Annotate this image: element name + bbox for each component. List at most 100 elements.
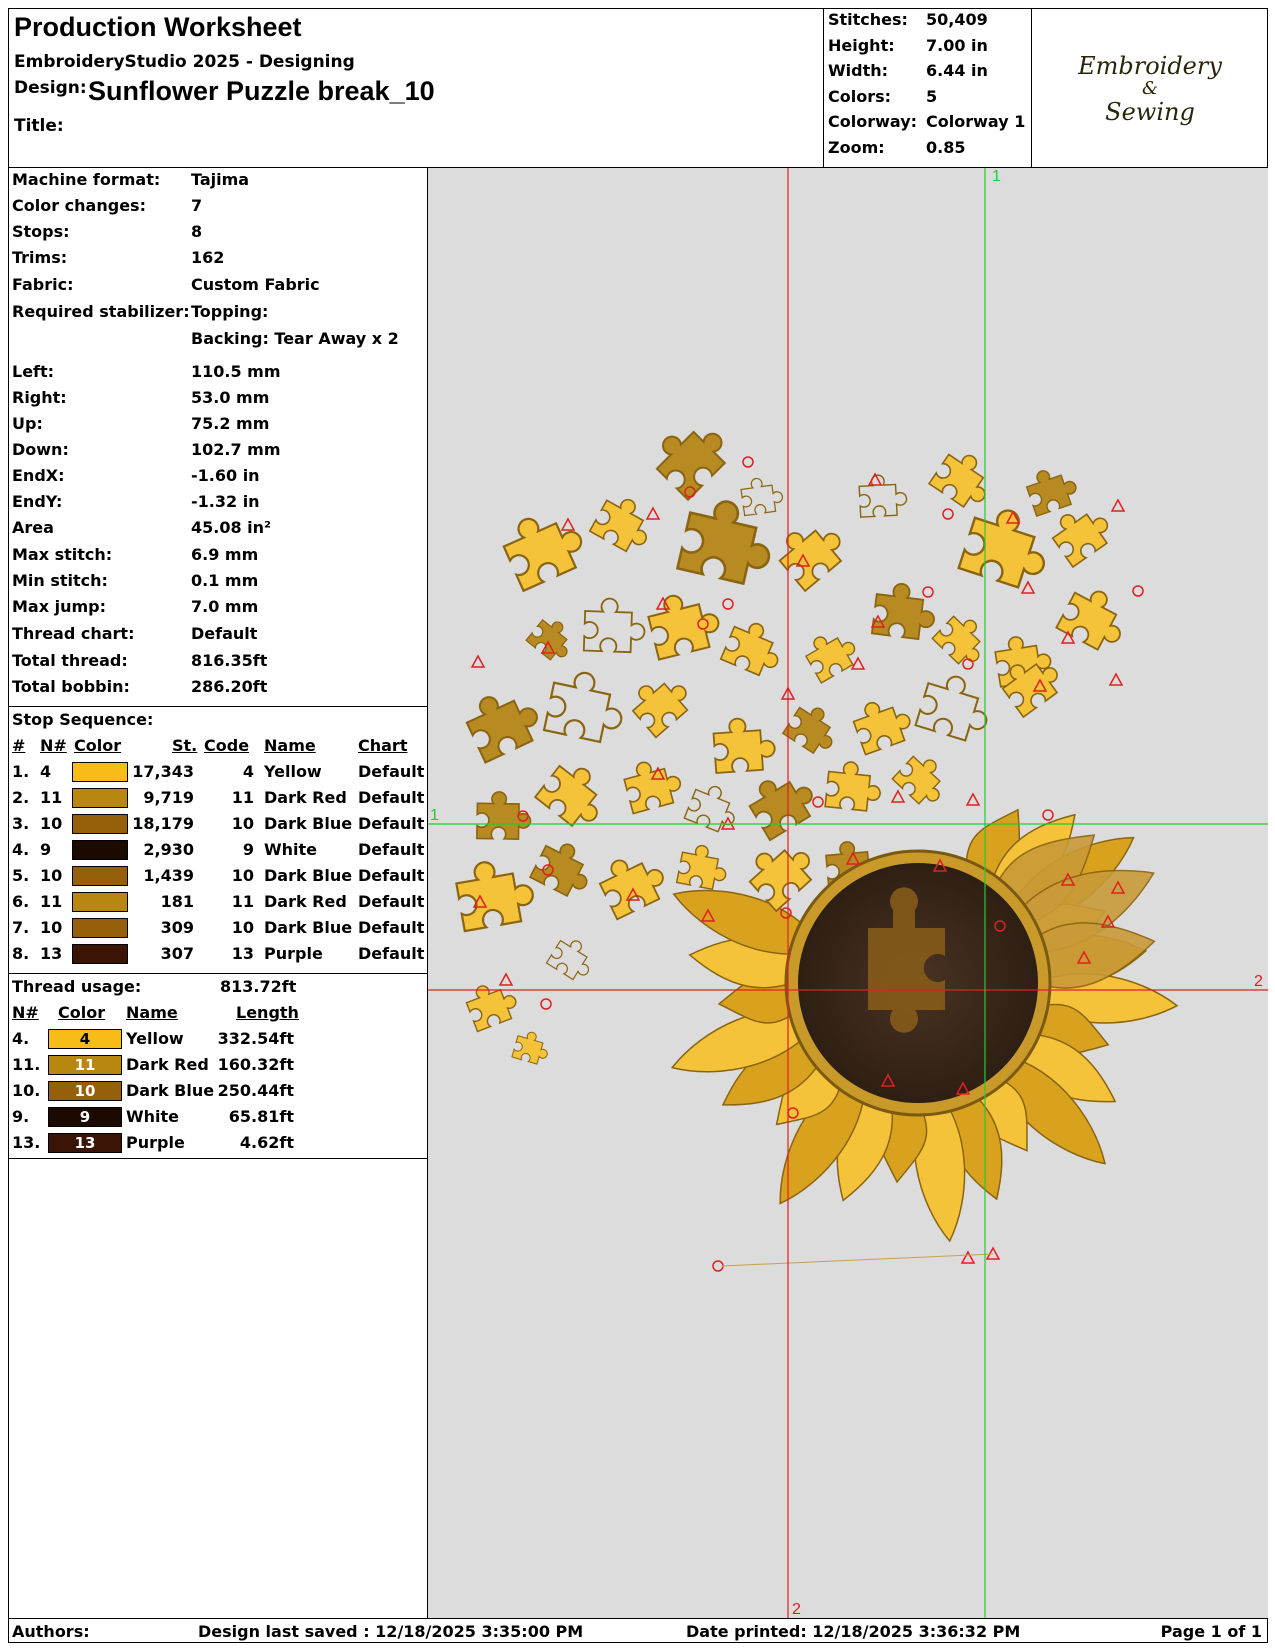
- marker-triangle: [560, 517, 576, 531]
- stat-height: Height: 7.00 in: [824, 36, 1032, 62]
- info-row: Min stitch: 0.1 mm: [8, 571, 428, 597]
- info-value: 45.08 in²: [191, 518, 272, 537]
- puzzle-piece: [824, 761, 881, 812]
- row-num: 8.: [12, 944, 30, 963]
- divider: [8, 973, 428, 974]
- puzzle-shape: [914, 675, 988, 742]
- info-label: Stops:: [12, 222, 70, 241]
- info-row: Max jump: 7.0 mm: [8, 597, 428, 623]
- puzzle-shape: [748, 780, 813, 842]
- puzzle-shape: [525, 618, 568, 661]
- stat-colorway: Colorway: Colorway 1: [824, 112, 1032, 138]
- row-needle: 10: [40, 918, 63, 937]
- row-stitches: 2,930: [143, 840, 194, 859]
- puzzle-shape: [465, 696, 538, 764]
- puzzle-shape: [858, 474, 908, 518]
- puzzle-piece: [533, 764, 598, 828]
- puzzle-shape: [542, 671, 623, 744]
- axis-label-h1: 1: [430, 807, 439, 824]
- info-label: Max stitch:: [12, 545, 113, 564]
- puzzle-piece: [465, 696, 538, 764]
- brand-logo: Embroidery & Sewing: [1032, 8, 1268, 168]
- info-row: Backing: Tear Away x 2: [8, 329, 428, 355]
- marker-triangle: [498, 972, 514, 986]
- design-last-saved: Design last saved : 12/18/2025 3:35:00 P…: [198, 1622, 584, 1641]
- marker-circle: [942, 508, 954, 520]
- col-header-name: Name: [264, 736, 316, 755]
- info-row: Down: 102.7 mm: [8, 440, 428, 466]
- row-name: White: [126, 1107, 180, 1126]
- info-label: Color changes:: [12, 196, 146, 215]
- puzzle-shape: [598, 859, 664, 921]
- row-code: 10: [231, 866, 254, 885]
- row-needle: 9: [40, 840, 52, 859]
- row-stitches: 17,343: [132, 762, 194, 781]
- col-header-name: Name: [126, 1003, 178, 1022]
- puzzle-shape: [533, 764, 598, 828]
- puzzle-piece: [778, 529, 843, 593]
- row-code: 11: [231, 788, 254, 807]
- logo-text-line1: Embroidery: [1078, 52, 1222, 80]
- row-num: 7.: [12, 918, 30, 937]
- marker-triangle: [960, 1250, 976, 1264]
- jump-line: [721, 1253, 994, 1267]
- puzzle-shape: [582, 597, 646, 654]
- info-row: Machine format: Tajima: [8, 170, 428, 196]
- info-label: Total thread:: [12, 651, 128, 670]
- design-name: Sunflower Puzzle break_10: [88, 76, 435, 106]
- puzzle-shape: [781, 706, 833, 755]
- design-preview-svg: 1 1 2 2: [428, 168, 1268, 1618]
- info-row: Fabric: Custom Fabric: [8, 275, 428, 301]
- color-swatch: 10: [48, 1081, 122, 1101]
- thread-usage-total: 813.72ft: [220, 977, 297, 996]
- page-title: Production Worksheet: [14, 12, 302, 42]
- puzzle-shape: [683, 785, 735, 833]
- info-row: Stops: 8: [8, 222, 428, 248]
- info-value: 0.1 mm: [191, 571, 259, 590]
- row-needle: 11.: [12, 1055, 41, 1074]
- row-code: 13: [231, 944, 254, 963]
- info-label: Fabric:: [12, 275, 74, 294]
- info-row: Left: 110.5 mm: [8, 362, 428, 388]
- col-header-st: St.: [172, 736, 198, 755]
- logo-text-line2: &: [1141, 78, 1159, 99]
- footer: Authors: Design last saved : 12/18/2025 …: [8, 1618, 1268, 1643]
- row-length: 4.62ft: [239, 1133, 294, 1152]
- row-name: Purple: [126, 1133, 185, 1152]
- divider: [8, 1158, 428, 1159]
- info-value: Tajima: [191, 170, 250, 189]
- axis-label-v1: 1: [992, 168, 1001, 185]
- col-header-length: Length: [236, 1003, 299, 1022]
- row-needle: 4.: [12, 1029, 30, 1048]
- info-label: EndY:: [12, 492, 63, 511]
- info-value: 162: [191, 248, 225, 267]
- row-name: Dark Red: [264, 892, 347, 911]
- puzzle-shape: [852, 701, 911, 756]
- color-swatch: 9: [48, 1107, 122, 1127]
- marker-circle: [722, 598, 734, 610]
- color-swatch: 4: [48, 1029, 122, 1049]
- info-value: Topping:: [191, 302, 269, 321]
- puzzle-shape: [778, 529, 843, 593]
- info-label: EndX:: [12, 466, 65, 485]
- puzzle-shape: [719, 622, 779, 677]
- marker-circle: [1042, 809, 1054, 821]
- stop-sequence-label: Stop Sequence:: [12, 710, 154, 729]
- puzzle-shape: [1025, 470, 1077, 518]
- marker-circle: [812, 796, 824, 808]
- puzzle-shape: [740, 477, 784, 517]
- design-label: Design:: [14, 78, 87, 98]
- marker-triangle: [645, 506, 661, 520]
- info-value: 286.20ft: [191, 677, 268, 696]
- header-stats: Stitches: 50,409 Height: 7.00 in Width: 6.4…: [824, 8, 1032, 168]
- puzzle-piece: [455, 861, 534, 933]
- marker-triangle: [965, 792, 981, 806]
- info-value: -1.60 in: [191, 466, 260, 485]
- marker-triangle: [1020, 580, 1036, 594]
- info-label: Trims:: [12, 248, 68, 267]
- row-chart: Default: [358, 840, 425, 859]
- info-label: Required stabilizer:: [12, 302, 190, 321]
- row-length: 65.81ft: [228, 1107, 294, 1126]
- row-length: 332.54ft: [217, 1029, 294, 1048]
- puzzle-shape: [455, 861, 534, 933]
